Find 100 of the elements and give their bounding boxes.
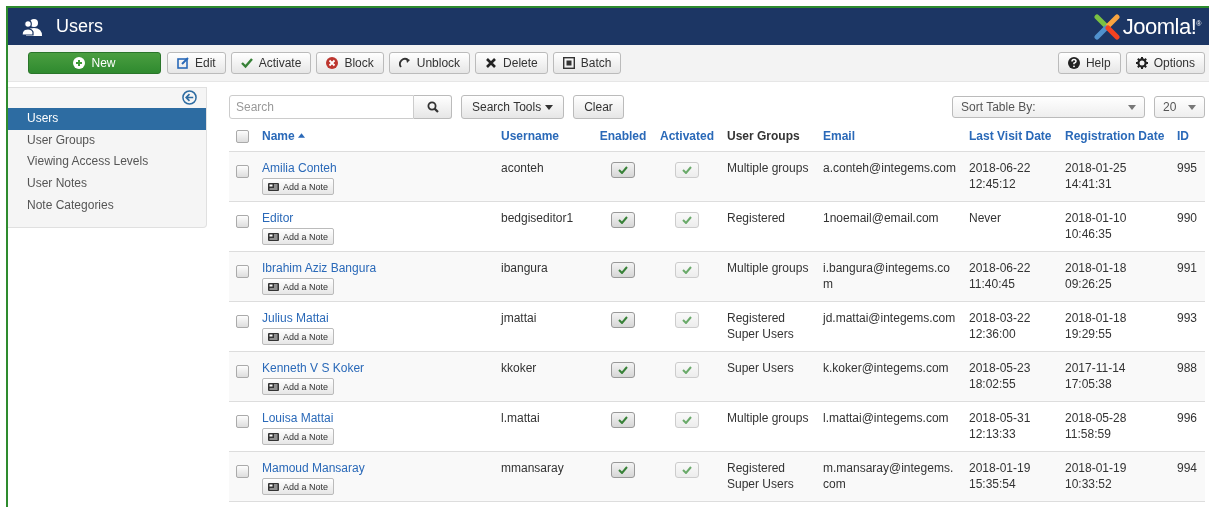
check-icon — [240, 57, 253, 69]
column-header[interactable]: Name — [262, 129, 305, 144]
enabled-toggle[interactable] — [611, 312, 635, 329]
user-name-link[interactable]: Louisa Mattai — [262, 410, 491, 427]
check-icon — [618, 416, 628, 425]
delete-icon — [485, 57, 498, 69]
check-icon — [682, 316, 692, 325]
user-name-link[interactable]: Ibrahim Aziz Bangura — [262, 260, 491, 277]
activated-toggle[interactable] — [675, 262, 699, 279]
redo-icon — [398, 57, 411, 69]
check-icon — [682, 366, 692, 375]
table-cell: 991 — [1177, 261, 1198, 276]
settings-icon — [1135, 57, 1148, 69]
table-cell-text: m.mansaray@integems.com — [823, 460, 955, 493]
sidebar-item[interactable]: Viewing Access Levels — [8, 151, 206, 174]
column-header[interactable]: Username — [501, 129, 560, 144]
search-icon — [426, 101, 439, 113]
column-header[interactable]: Email — [823, 129, 855, 144]
enabled-toggle[interactable] — [611, 212, 635, 229]
enabled-toggle[interactable] — [611, 162, 635, 179]
square-icon — [562, 57, 575, 69]
table-cell-text: Super Users — [727, 360, 795, 377]
user-name-link[interactable]: Julius Mattai — [262, 310, 491, 327]
activated-toggle[interactable] — [675, 362, 699, 379]
check-icon — [618, 166, 628, 175]
toolbar-button[interactable]: Batch — [552, 52, 622, 74]
table-cell-text: Multiple groups — [727, 410, 810, 427]
note-icon — [268, 482, 279, 491]
add-note-button[interactable]: Add a Note — [262, 378, 335, 396]
user-name-link[interactable]: Editor — [262, 210, 491, 227]
activated-toggle[interactable] — [675, 162, 699, 179]
table-cell-text: 2018-01-18 09:26:25 — [1065, 260, 1128, 293]
column-header[interactable]: Activated — [660, 129, 714, 144]
sidebar-item[interactable]: User Groups — [8, 129, 206, 152]
search-button[interactable] — [414, 95, 452, 119]
collapse-icon[interactable] — [182, 90, 197, 105]
row-checkbox[interactable] — [236, 314, 249, 328]
row-checkbox[interactable] — [236, 414, 249, 428]
select-all-checkbox[interactable] — [236, 130, 249, 144]
row-checkbox[interactable] — [236, 164, 249, 178]
column-header[interactable]: Last Visit Date — [969, 129, 1052, 144]
limit-select[interactable]: 20 — [1154, 96, 1205, 118]
clear-button[interactable]: Clear — [573, 95, 624, 119]
activated-toggle[interactable] — [675, 212, 699, 229]
table-cell-text: Super Users — [727, 326, 795, 343]
table-cell-text: Multiple groups — [727, 160, 810, 177]
toolbar-button[interactable]: New — [28, 52, 161, 74]
add-note-button[interactable]: Add a Note — [262, 478, 335, 496]
toolbar-button[interactable]: Unblock — [388, 52, 471, 74]
activated-toggle[interactable] — [675, 312, 699, 329]
toolbar-button[interactable]: Edit — [167, 52, 226, 74]
table-cell: aconteh — [501, 161, 544, 176]
enabled-toggle[interactable] — [611, 362, 635, 379]
column-header[interactable]: User Groups — [727, 129, 800, 144]
help-icon — [1067, 57, 1080, 69]
add-note-button[interactable]: Add a Note — [262, 428, 335, 446]
toolbar-button[interactable]: Help — [1057, 52, 1121, 74]
column-header[interactable]: Enabled — [599, 129, 647, 144]
user-name-link[interactable]: Kenneth V S Koker — [262, 360, 491, 377]
enabled-toggle[interactable] — [611, 262, 635, 279]
table-cell-text: Never — [969, 210, 1002, 227]
column-header[interactable]: ID — [1177, 129, 1189, 144]
row-checkbox[interactable] — [236, 464, 249, 478]
note-icon — [268, 232, 279, 241]
toolbar-button[interactable]: Delete — [475, 52, 548, 74]
table-cell-text: 2017-11-14 17:05:38 — [1065, 360, 1127, 393]
user-name-link[interactable]: Mamoud Mansaray — [262, 460, 491, 477]
sort-select[interactable]: Sort Table By: — [952, 96, 1145, 118]
check-icon — [618, 366, 628, 375]
row-checkbox[interactable] — [236, 364, 249, 378]
add-note-button[interactable]: Add a Note — [262, 228, 335, 246]
row-checkbox[interactable] — [236, 214, 249, 228]
table-cell-text: 2018-05-31 12:13:33 — [969, 410, 1032, 443]
check-icon — [618, 316, 628, 325]
sort-caret-icon — [297, 133, 305, 139]
user-name-link[interactable]: Amilia Conteh — [262, 160, 491, 177]
table-cell: 993 — [1177, 311, 1198, 326]
add-note-button[interactable]: Add a Note — [262, 178, 335, 196]
edit-icon — [177, 57, 189, 69]
enabled-toggle[interactable] — [611, 412, 635, 429]
toolbar-button[interactable]: Block — [316, 52, 384, 74]
page-title: Users — [56, 16, 103, 37]
toolbar-button[interactable]: Options — [1125, 52, 1205, 74]
activated-toggle[interactable] — [675, 462, 699, 479]
sidebar-item[interactable]: Note Categories — [8, 194, 206, 217]
search-tools-button[interactable]: Search Tools — [461, 95, 565, 119]
add-note-button[interactable]: Add a Note — [262, 328, 335, 346]
sidebar-item[interactable]: User Notes — [8, 173, 206, 195]
check-icon — [682, 416, 692, 425]
add-note-button[interactable]: Add a Note — [262, 278, 335, 296]
note-icon — [268, 432, 279, 441]
note-icon — [268, 332, 279, 341]
table-cell-text: 2018-01-19 10:33:52 — [1065, 460, 1128, 493]
search-field[interactable]: Search — [229, 95, 414, 119]
row-checkbox[interactable] — [236, 264, 249, 278]
sidebar-item[interactable]: Users — [8, 108, 206, 130]
column-header[interactable]: Registration Date — [1065, 129, 1165, 144]
activated-toggle[interactable] — [675, 412, 699, 429]
enabled-toggle[interactable] — [611, 462, 635, 479]
toolbar-button[interactable]: Activate — [230, 52, 312, 74]
